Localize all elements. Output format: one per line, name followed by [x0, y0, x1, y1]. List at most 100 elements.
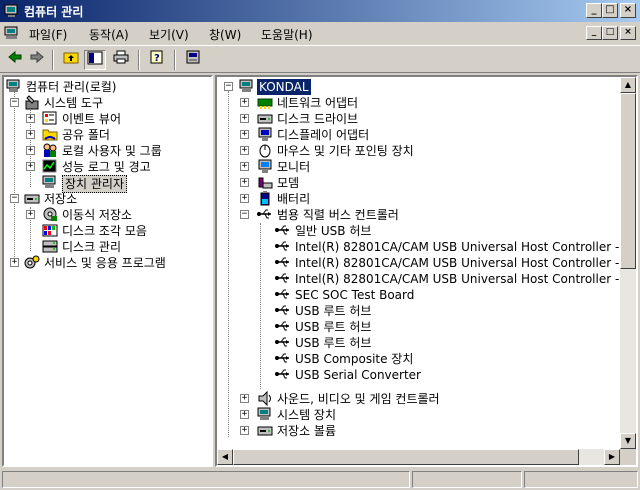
scroll-down-button[interactable]: ▼ [620, 433, 636, 449]
expand-toggle[interactable]: + [240, 130, 249, 139]
tree-item-usb-device[interactable]: Intel(R) 82801CA/CAM USB Universal Host … [219, 255, 619, 271]
usb-icon [275, 273, 289, 283]
tree-item-usb-controllers[interactable]: − 범용 직렬 버스 컨트롤러 [219, 207, 619, 223]
tree-item-usb-device[interactable]: SEC SOC Test Board [219, 287, 619, 303]
help-button[interactable]: ? [146, 50, 168, 70]
minimize-button[interactable]: _ [586, 3, 602, 18]
tree-item-system-devices[interactable]: + 시스템 장치 [219, 407, 619, 423]
tree-item-usb-device[interactable]: USB 루트 허브 [219, 319, 619, 335]
expand-toggle[interactable]: + [26, 114, 35, 123]
scroll-thumb[interactable] [620, 93, 636, 269]
tree-item-label: 마우스 및 기타 포인팅 장치 [277, 144, 414, 158]
forward-button[interactable] [26, 50, 48, 70]
disk-management-icon [42, 240, 58, 253]
tree-item-usb-device[interactable]: Intel(R) 82801CA/CAM USB Universal Host … [219, 271, 619, 287]
storage-icon [24, 194, 40, 204]
mdi-restore-button[interactable]: □ [602, 26, 618, 40]
expand-toggle[interactable]: + [240, 394, 249, 403]
collapse-toggle[interactable]: − [10, 98, 19, 107]
maximize-button[interactable]: □ [602, 3, 618, 18]
tree-item-storage-volumes[interactable]: + 저장소 볼륨 [219, 423, 619, 439]
expand-toggle[interactable]: + [240, 426, 249, 435]
collapse-toggle[interactable]: − [10, 194, 19, 203]
menu-file[interactable]: 파일(F) [29, 26, 67, 43]
tree-item-services-applications[interactable]: + 서비스 및 응용 프로그램 [6, 255, 206, 271]
tree-item-event-viewer[interactable]: + 이벤트 뷰어 [6, 111, 206, 127]
tree-item-display-adapters[interactable]: + 디스플레이 어댑터 [219, 127, 619, 143]
computer-icon [239, 79, 253, 92]
expand-toggle[interactable]: + [10, 258, 19, 267]
tree-item-local-users-groups[interactable]: + 로컬 사용자 및 그룹 [6, 143, 206, 159]
performance-icon [42, 159, 57, 173]
monitor-icon [258, 159, 272, 173]
mdi-close-button[interactable]: × [620, 26, 636, 40]
expand-toggle[interactable]: + [26, 130, 35, 139]
tree-item-sound-video-game[interactable]: + 사운드, 비디오 및 게임 컨트롤러 [219, 391, 619, 407]
expand-toggle[interactable]: + [240, 162, 249, 171]
menu-help[interactable]: 도움말(H) [261, 26, 313, 43]
removable-storage-icon [43, 207, 57, 221]
tree-item-label: 사운드, 비디오 및 게임 컨트롤러 [277, 392, 440, 406]
tree-item-modems[interactable]: + 모뎀 [219, 175, 619, 191]
tree-item-usb-device[interactable]: USB 루트 허브 [219, 335, 619, 351]
menu-bar: 파일(F) 동작(A) 보기(V) 창(W) 도움말(H) _ □ × [0, 22, 640, 45]
tree-item-label: 디스크 조각 모음 [62, 224, 147, 238]
scroll-right-button[interactable]: ▶ [604, 449, 620, 465]
expand-toggle[interactable]: + [26, 146, 35, 155]
tree-item-computer-kondal[interactable]: − KONDAL [219, 79, 619, 95]
show-hide-tree-button[interactable] [84, 50, 106, 70]
tree-item-performance-logs[interactable]: + 성능 로그 및 경고 [6, 159, 206, 175]
close-button[interactable]: × [620, 3, 636, 18]
tree-item-label: 디스크 드라이브 [277, 112, 359, 126]
tree-item-mice-pointing[interactable]: + 마우스 및 기타 포인팅 장치 [219, 143, 619, 159]
up-folder-icon [63, 52, 79, 64]
tree-item-label: 서비스 및 응용 프로그램 [44, 256, 166, 270]
print-button[interactable] [110, 50, 132, 70]
up-level-button[interactable] [60, 50, 82, 70]
back-button[interactable] [4, 50, 26, 70]
expand-toggle[interactable]: + [240, 146, 249, 155]
tree-item-disk-drives[interactable]: + 디스크 드라이브 [219, 111, 619, 127]
collapse-toggle[interactable]: − [224, 82, 233, 91]
mdi-minimize-button[interactable]: _ [586, 26, 602, 40]
expand-toggle[interactable]: + [240, 114, 249, 123]
console-tree-pane[interactable]: − 컴퓨터 관리(로컬) − 시스템 도구 + 이벤트 뷰어 + 공유 폴더 +… [2, 75, 213, 467]
expand-toggle[interactable]: + [240, 194, 249, 203]
tree-item-batteries[interactable]: + 배터리 [219, 191, 619, 207]
tree-item-monitors[interactable]: + 모니터 [219, 159, 619, 175]
tree-item-label: 컴퓨터 관리(로컬) [26, 80, 117, 94]
mmc-document-icon[interactable] [4, 26, 20, 40]
tree-item-network-adapters[interactable]: + 네트워크 어댑터 [219, 95, 619, 111]
properties-button[interactable] [182, 50, 204, 70]
tree-item-usb-device[interactable]: USB Composite 장치 [219, 351, 619, 367]
scroll-up-button[interactable]: ▲ [620, 77, 636, 93]
horizontal-scrollbar[interactable]: ◀ ▶ [217, 449, 620, 465]
scroll-left-button[interactable]: ◀ [217, 449, 233, 465]
tree-item-disk-management[interactable]: 디스크 관리 [6, 239, 206, 255]
expand-toggle[interactable]: + [26, 162, 35, 171]
menu-action[interactable]: 동작(A) [89, 26, 129, 43]
expand-toggle[interactable]: + [240, 178, 249, 187]
expand-toggle[interactable]: + [240, 98, 249, 107]
tree-item-storage[interactable]: − 저장소 [6, 191, 206, 207]
vertical-scrollbar[interactable]: ▲ ▼ [620, 77, 636, 449]
title-bar[interactable]: 컴퓨터 관리 _ □ × [0, 0, 640, 22]
tree-item-shared-folders[interactable]: + 공유 폴더 [6, 127, 206, 143]
tree-item-computer-management[interactable]: − 컴퓨터 관리(로컬) [6, 79, 206, 95]
tree-item-disk-defragmenter[interactable]: 디스크 조각 모음 [6, 223, 206, 239]
tree-item-usb-device[interactable]: USB Serial Converter [219, 367, 619, 383]
scroll-thumb[interactable] [233, 449, 579, 465]
menu-window[interactable]: 창(W) [209, 26, 241, 43]
expand-toggle[interactable]: + [26, 210, 35, 219]
device-tree-pane[interactable]: − KONDAL + 네트워크 어댑터 + 디스크 드라이브 + 디스플레이 어… [215, 75, 638, 467]
tree-item-usb-device[interactable]: Intel(R) 82801CA/CAM USB Universal Host … [219, 239, 619, 255]
tree-item-usb-device[interactable]: USB 루트 허브 [219, 303, 619, 319]
tree-item-system-tools[interactable]: − 시스템 도구 [6, 95, 206, 111]
tree-item-removable-storage[interactable]: + 이동식 저장소 [6, 207, 206, 223]
collapse-toggle[interactable]: − [240, 210, 249, 219]
storage-volume-icon [257, 426, 273, 436]
tree-item-usb-device[interactable]: 일반 USB 허브 [219, 223, 619, 239]
menu-view[interactable]: 보기(V) [149, 26, 189, 43]
expand-toggle[interactable]: + [240, 410, 249, 419]
tree-item-device-manager[interactable]: 장치 관리자 [6, 175, 206, 193]
